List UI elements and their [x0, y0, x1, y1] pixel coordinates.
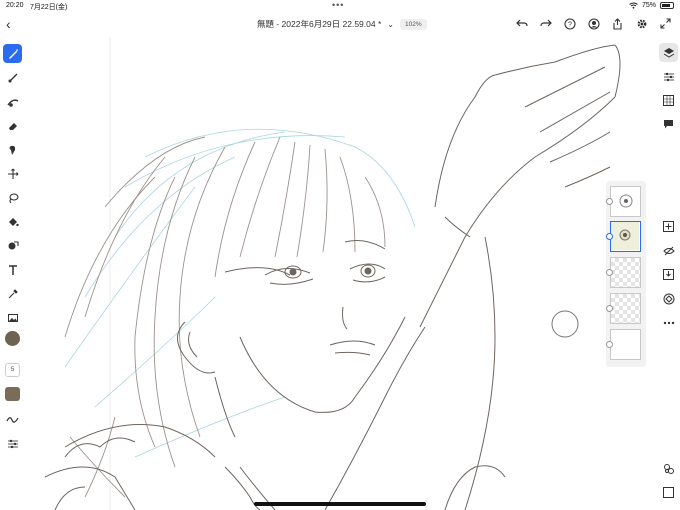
document-title-group[interactable]: 無題 - 2022年6月29日 22.59.04 * ⌄ 102% — [257, 18, 427, 30]
stroke-settings-icon[interactable] — [3, 410, 22, 429]
visibility-icon[interactable] — [606, 341, 613, 348]
status-right: 75% — [629, 2, 674, 9]
color-swatch[interactable] — [5, 387, 20, 401]
text-icon[interactable] — [3, 260, 22, 279]
grid-icon[interactable] — [659, 91, 678, 110]
current-color[interactable] — [5, 331, 20, 346]
eraser-icon[interactable] — [3, 116, 22, 135]
more-icon[interactable] — [659, 313, 678, 332]
brush-settings-icon[interactable] — [3, 434, 22, 453]
hide-layer-icon[interactable] — [659, 241, 678, 260]
live-brush-icon[interactable] — [3, 68, 22, 87]
undo-icon[interactable] — [513, 15, 530, 32]
image-icon[interactable] — [3, 308, 22, 327]
brush-size[interactable]: 5 — [5, 363, 20, 377]
transform-icon[interactable] — [3, 164, 22, 183]
account-icon[interactable] — [585, 15, 602, 32]
layer-thumbnail[interactable] — [606, 257, 641, 288]
wifi-icon — [629, 2, 638, 9]
vector-brush-icon[interactable] — [3, 92, 22, 111]
svg-text:?: ? — [568, 21, 572, 28]
shape-icon[interactable] — [3, 236, 22, 255]
visibility-icon[interactable] — [606, 233, 613, 240]
visibility-icon[interactable] — [606, 305, 613, 312]
drawing-canvas[interactable] — [25, 37, 657, 510]
settings-icon[interactable] — [633, 15, 650, 32]
chevron-left-icon[interactable]: ‹ — [6, 16, 20, 32]
smudge-icon[interactable] — [3, 140, 22, 159]
chevron-down-icon[interactable]: ⌄ — [387, 20, 394, 29]
help-icon[interactable]: ? — [561, 15, 578, 32]
home-indicator[interactable] — [254, 502, 426, 506]
battery-icon — [660, 2, 674, 9]
layer-thumbnail-selected[interactable] — [606, 221, 641, 252]
mask-icon[interactable] — [659, 289, 678, 308]
select-icon[interactable] — [659, 483, 678, 502]
status-date: 7月22日(金) — [30, 4, 68, 11]
layer-thumbnail[interactable] — [606, 293, 641, 324]
fullscreen-icon[interactable] — [657, 15, 674, 32]
status-bar: 20:20 7月22日(金) ••• 75% — [0, 0, 680, 13]
visibility-icon[interactable] — [606, 269, 613, 276]
merge-down-icon[interactable] — [659, 265, 678, 284]
right-toolbar — [656, 38, 680, 510]
link-icon[interactable] — [659, 459, 678, 478]
eyedropper-icon[interactable] — [3, 284, 22, 303]
top-right-icons: ? — [513, 15, 674, 32]
fill-icon[interactable] — [3, 212, 22, 231]
layer-thumbnail[interactable] — [606, 186, 641, 217]
battery-percent: 75% — [641, 2, 656, 9]
redo-icon[interactable] — [537, 15, 554, 32]
layers-icon[interactable] — [659, 43, 678, 62]
add-layer-icon[interactable] — [659, 217, 678, 236]
multitasking-dots[interactable]: ••• — [332, 0, 344, 10]
comments-icon[interactable] — [659, 115, 678, 134]
share-icon[interactable] — [609, 15, 626, 32]
zoom-level[interactable]: 102% — [399, 18, 427, 30]
status-time: 20:20 — [6, 2, 24, 9]
pixel-brush-icon[interactable] — [3, 44, 22, 63]
visibility-icon[interactable] — [606, 198, 613, 205]
sketch-artwork — [44, 37, 621, 510]
document-title[interactable]: 無題 - 2022年6月29日 22.59.04 * — [257, 18, 381, 30]
layer-properties-icon[interactable] — [659, 67, 678, 86]
top-toolbar: ‹ 無題 - 2022年6月29日 22.59.04 * ⌄ 102% ? — [0, 13, 680, 37]
layers-panel — [606, 181, 646, 367]
background-layer-thumbnail[interactable] — [606, 329, 641, 360]
lasso-icon[interactable] — [3, 188, 22, 207]
left-toolbar: 5 — [0, 38, 25, 510]
